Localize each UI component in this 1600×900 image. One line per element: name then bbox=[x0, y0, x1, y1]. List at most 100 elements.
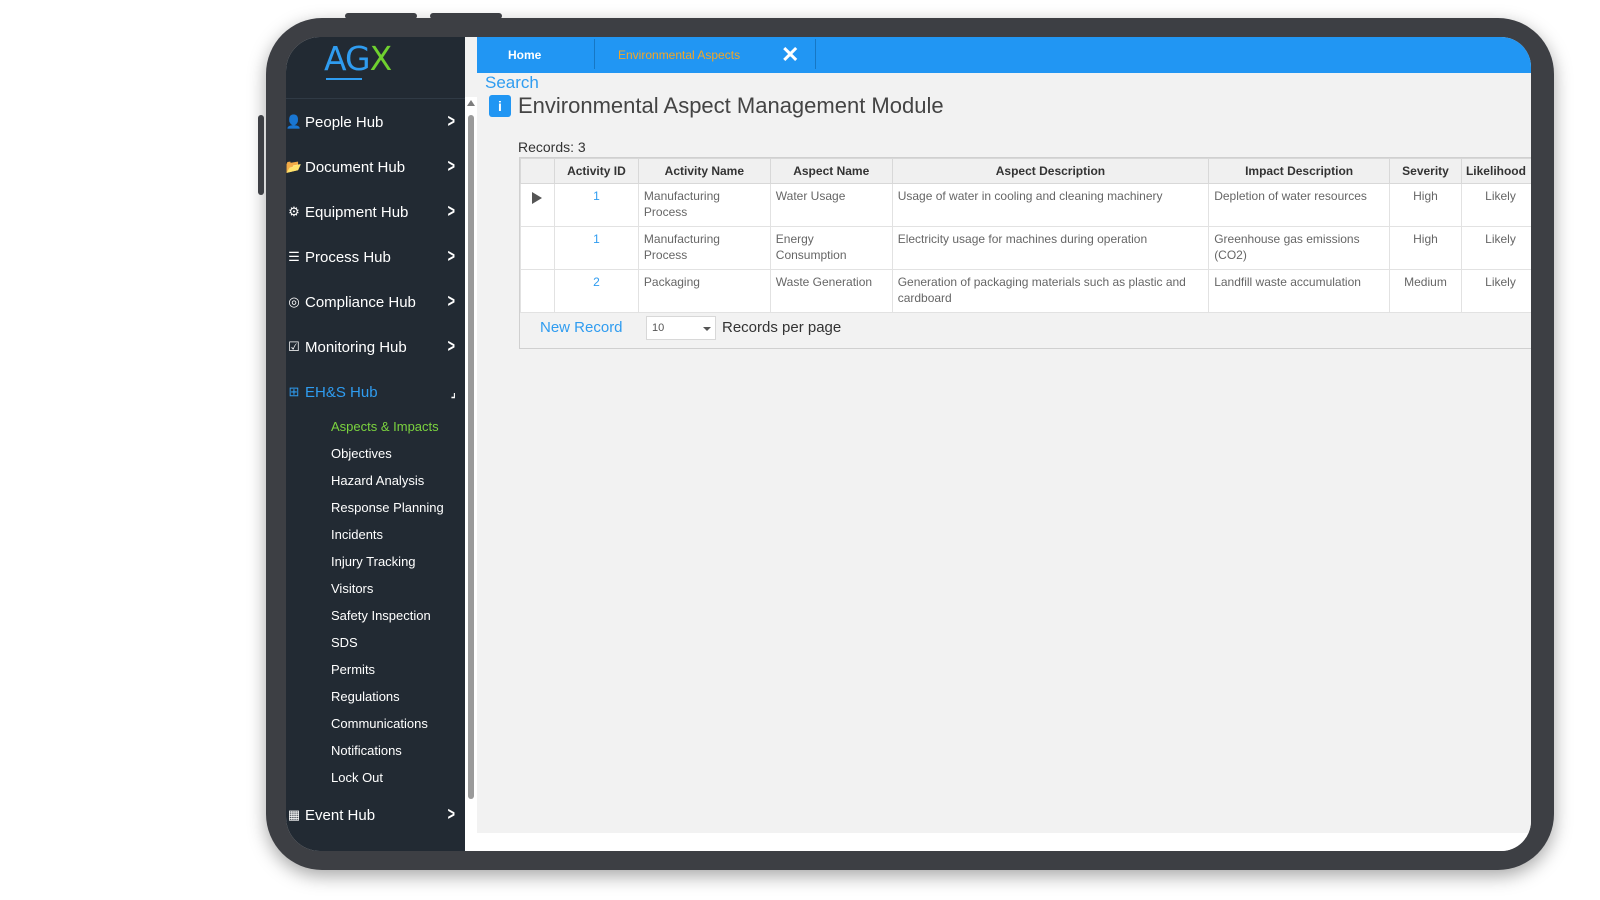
sidebar-subitem-safety-inspection[interactable]: Safety Inspection bbox=[331, 608, 431, 623]
sidebar-item-label: Compliance Hub bbox=[305, 293, 416, 311]
chevron-right-icon: > bbox=[448, 291, 456, 311]
sidebar-subitem-sds[interactable]: SDS bbox=[331, 635, 358, 650]
chevron-right-icon: > bbox=[448, 804, 456, 824]
column-header-aspect-description[interactable]: Aspect Description bbox=[891, 158, 1210, 184]
close-tab-icon[interactable]: ✕ bbox=[781, 42, 799, 68]
scrollbar-thumb[interactable] bbox=[468, 115, 474, 799]
column-header-activity-name[interactable]: Activity Name bbox=[637, 158, 771, 184]
new-record-button[interactable]: New Record bbox=[540, 319, 623, 336]
sidebar-subitem-hazard-analysis[interactable]: Hazard Analysis bbox=[331, 473, 424, 488]
row-selector[interactable] bbox=[520, 269, 555, 313]
scroll-up-arrow-icon[interactable] bbox=[467, 100, 475, 106]
collapse-corner-icon: ⌟ bbox=[451, 384, 457, 400]
user-icon: 👤 bbox=[286, 114, 303, 129]
column-header-likelihood[interactable]: Likelihood bbox=[1460, 158, 1531, 184]
records-per-page-value: 10 bbox=[652, 322, 665, 334]
sidebar-subitem-aspects-impacts[interactable]: Aspects & Impacts bbox=[331, 419, 439, 434]
sidebar-item-people-hub[interactable]: 👤 People Hub > bbox=[286, 107, 465, 137]
cell-likelihood: Likely bbox=[1460, 183, 1531, 227]
chevron-right-icon: > bbox=[448, 111, 456, 131]
cell-activity-id[interactable]: 1 bbox=[553, 226, 639, 270]
tab-home[interactable]: Home bbox=[508, 37, 541, 73]
checkbox-icon: ☑ bbox=[288, 339, 300, 354]
sidebar-item-label: Process Hub bbox=[305, 248, 391, 266]
records-count: Records: 3 bbox=[518, 139, 586, 155]
cell-severity: High bbox=[1389, 226, 1462, 270]
agx-logo[interactable]: AGX bbox=[324, 39, 393, 78]
table-header-row: Activity ID Activity Name Aspect Name As… bbox=[520, 158, 1531, 184]
row-selector[interactable] bbox=[520, 183, 555, 227]
sidebar-item-monitoring-hub[interactable]: ☑ Monitoring Hub > bbox=[286, 332, 465, 362]
cell-aspect-name: Water Usage bbox=[769, 183, 893, 227]
sidebar-scrollbar[interactable] bbox=[465, 97, 477, 851]
sidebar-subitem-objectives[interactable]: Objectives bbox=[331, 446, 392, 461]
module-info-icon: i bbox=[489, 95, 511, 117]
chevron-right-icon: > bbox=[448, 336, 456, 356]
grid-pager: New Record 10 Records per page bbox=[520, 310, 1531, 348]
logo-x: X bbox=[369, 39, 393, 78]
column-header-activity-id[interactable]: Activity ID bbox=[553, 158, 639, 184]
records-per-page-select[interactable]: 10 bbox=[646, 316, 716, 340]
chevron-right-icon: > bbox=[448, 246, 456, 266]
sidebar-item-label: Document Hub bbox=[305, 158, 406, 176]
gears-icon: ⚙ bbox=[288, 204, 300, 219]
cell-aspect-description: Generation of packaging materials such a… bbox=[891, 269, 1210, 313]
sidebar-subitem-response-planning[interactable]: Response Planning bbox=[331, 500, 444, 515]
cell-activity-id[interactable]: 2 bbox=[553, 269, 639, 313]
sidebar-subitem-regulations[interactable]: Regulations bbox=[331, 689, 400, 704]
target-icon: ◎ bbox=[288, 294, 300, 309]
data-grid: Activity ID Activity Name Aspect Name As… bbox=[519, 157, 1531, 349]
aspects-table: Activity ID Activity Name Aspect Name As… bbox=[520, 158, 1531, 313]
tab-separator bbox=[594, 39, 595, 69]
table-row[interactable]: 1 Manufacturing Process Energy Consumpti… bbox=[520, 226, 1531, 270]
cell-impact-description: Landfill waste accumulation bbox=[1208, 269, 1391, 313]
sidebar-subitem-notifications[interactable]: Notifications bbox=[331, 743, 402, 758]
sidebar: AGX 👤 People Hub > 📂 Document Hub > ⚙ Eq… bbox=[286, 37, 465, 851]
cell-likelihood: Likely bbox=[1460, 269, 1531, 313]
chevron-right-icon: > bbox=[448, 156, 456, 176]
row-selector[interactable] bbox=[520, 226, 555, 270]
cell-activity-name: Manufacturing Process bbox=[637, 183, 771, 227]
sidebar-item-document-hub[interactable]: 📂 Document Hub > bbox=[286, 152, 465, 182]
cell-impact-description: Depletion of water resources bbox=[1208, 183, 1391, 227]
tab-separator bbox=[815, 39, 816, 69]
cell-severity: High bbox=[1389, 183, 1462, 227]
sidebar-item-label: People Hub bbox=[305, 113, 384, 131]
row-selector-header bbox=[520, 158, 555, 184]
cell-activity-id[interactable]: 1 bbox=[553, 183, 639, 227]
chevron-down-icon bbox=[703, 327, 711, 331]
main-content: Search i Environmental Aspect Management… bbox=[479, 73, 1531, 833]
cell-aspect-name: Waste Generation bbox=[769, 269, 893, 313]
tab-environmental-aspects[interactable]: Environmental Aspects bbox=[618, 37, 740, 73]
footer-strip bbox=[477, 833, 1531, 851]
device-button-top-1 bbox=[345, 13, 417, 19]
cell-severity: Medium bbox=[1389, 269, 1462, 313]
sidebar-item-label: EH&S Hub bbox=[305, 383, 378, 401]
sidebar-item-event-hub[interactable]: ▦ Event Hub > bbox=[286, 800, 465, 830]
sidebar-subitem-communications[interactable]: Communications bbox=[331, 716, 428, 731]
sidebar-item-process-hub[interactable]: ☰ Process Hub > bbox=[286, 242, 465, 272]
sidebar-subitem-incidents[interactable]: Incidents bbox=[331, 527, 383, 542]
logo-underline bbox=[326, 78, 362, 80]
sidebar-item-ehs-hub[interactable]: ⊞ EH&S Hub ⌟ bbox=[286, 377, 465, 407]
column-header-severity[interactable]: Severity bbox=[1389, 158, 1462, 184]
column-header-impact-description[interactable]: Impact Description bbox=[1208, 158, 1391, 184]
search-link[interactable]: Search bbox=[485, 73, 539, 93]
sidebar-subitem-visitors[interactable]: Visitors bbox=[331, 581, 373, 596]
sidebar-item-compliance-hub[interactable]: ◎ Compliance Hub > bbox=[286, 287, 465, 317]
folder-icon: 📂 bbox=[286, 159, 303, 174]
sidebar-subitem-injury-tracking[interactable]: Injury Tracking bbox=[331, 554, 416, 569]
sidebar-item-equipment-hub[interactable]: ⚙ Equipment Hub > bbox=[286, 197, 465, 227]
cell-aspect-name: Energy Consumption bbox=[769, 226, 893, 270]
device-button-top-2 bbox=[430, 13, 502, 19]
sidebar-item-label: Equipment Hub bbox=[305, 203, 409, 221]
column-header-aspect-name[interactable]: Aspect Name bbox=[769, 158, 893, 184]
sidebar-subitem-lock-out[interactable]: Lock Out bbox=[331, 770, 383, 785]
cell-likelihood: Likely bbox=[1460, 226, 1531, 270]
sidebar-item-label: Event Hub bbox=[305, 806, 376, 824]
table-row[interactable]: 2 Packaging Waste Generation Generation … bbox=[520, 269, 1531, 313]
sidebar-subitem-permits[interactable]: Permits bbox=[331, 662, 375, 677]
cell-activity-name: Manufacturing Process bbox=[637, 226, 771, 270]
cell-aspect-description: Usage of water in cooling and cleaning m… bbox=[891, 183, 1210, 227]
table-row[interactable]: 1 Manufacturing Process Water Usage Usag… bbox=[520, 183, 1531, 227]
